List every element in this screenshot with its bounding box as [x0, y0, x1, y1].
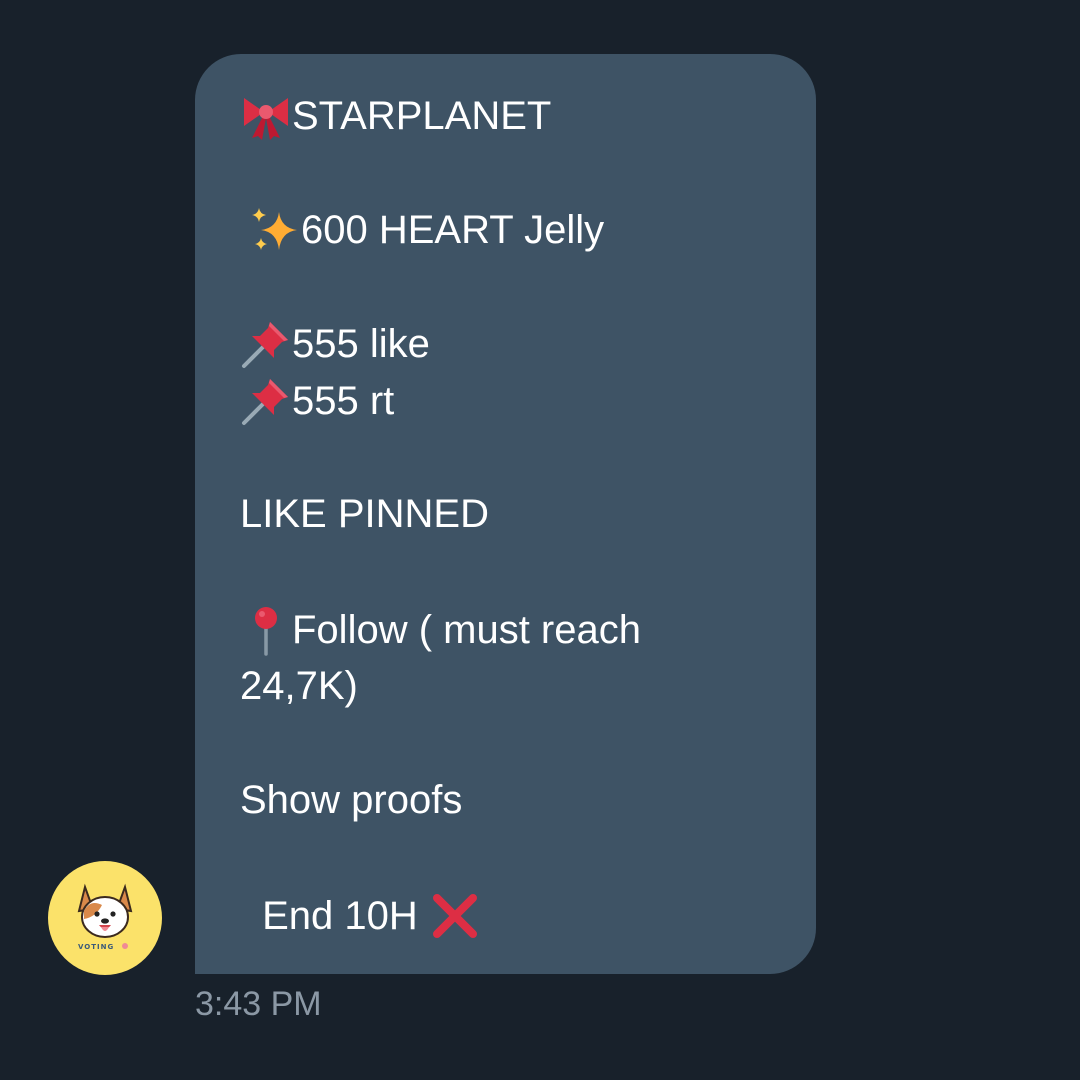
- pushpin-icon: [240, 318, 292, 370]
- sparkles-icon: [249, 204, 301, 256]
- message-line-prize: 600 HEART Jelly: [249, 204, 604, 256]
- message-line-text: End 10H: [251, 894, 429, 938]
- message-line-title: STARPLANET: [240, 90, 551, 142]
- dog-avatar-icon: VOTING: [77, 883, 133, 951]
- message-line-end: End 10H: [251, 890, 481, 942]
- pushpin-icon: [240, 375, 292, 427]
- message-timestamp: 3:43 PM: [195, 985, 322, 1023]
- round-pushpin-icon: [240, 604, 292, 656]
- message-line-text: 555 like: [292, 322, 430, 366]
- message-line-like: 555 like: [240, 318, 430, 370]
- message-line-text: STARPLANET: [292, 94, 552, 138]
- message-line-text: Follow ( must reach: [292, 608, 641, 652]
- avatar-badge-text: VOTING: [78, 943, 114, 951]
- message-line-text: 600 HEART Jelly: [301, 208, 605, 252]
- message-line-follow-count: 24,7K): [240, 662, 358, 710]
- message-line-text: LIKE PINNED: [240, 492, 489, 536]
- message-line-proofs: Show proofs: [240, 776, 462, 824]
- message-line-follow: Follow ( must reach: [240, 604, 641, 656]
- cross-mark-icon: [429, 890, 481, 942]
- message-line-text: Show proofs: [240, 778, 463, 822]
- ribbon-icon: [240, 90, 292, 142]
- message-bubble[interactable]: STARPLANET 600 HEART Jelly 555 like 555 …: [195, 54, 816, 974]
- sender-avatar[interactable]: VOTING: [48, 861, 162, 975]
- message-line-like-pinned: LIKE PINNED: [240, 490, 489, 538]
- message-line-text: 24,7K): [240, 664, 358, 708]
- message-line-text: 555 rt: [292, 379, 395, 423]
- message-line-rt: 555 rt: [240, 375, 394, 427]
